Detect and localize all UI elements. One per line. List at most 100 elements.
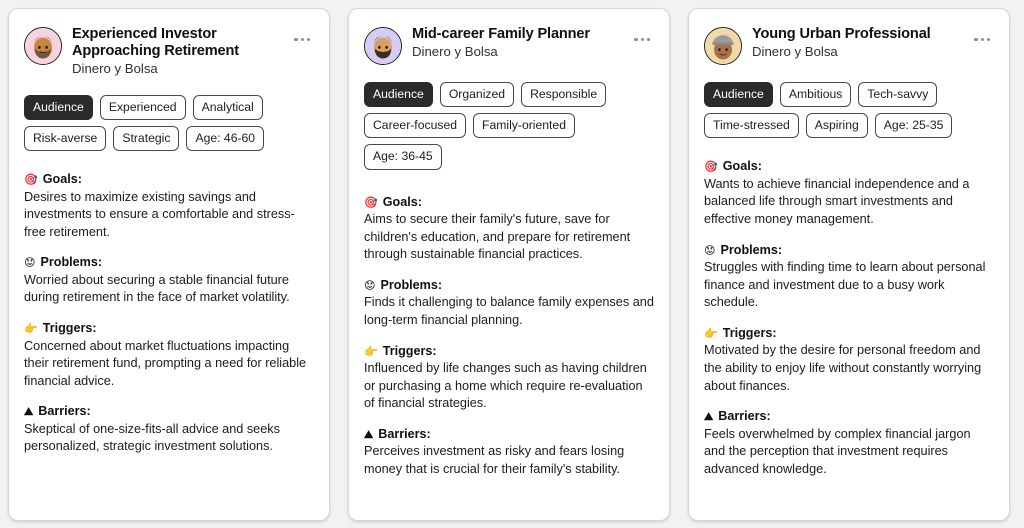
section-body: Motivated by the desire for personal fre…: [704, 343, 982, 393]
section-heading-row: 👉 Triggers:: [24, 320, 314, 336]
tag-ambitious[interactable]: Ambitious: [779, 82, 852, 108]
tag-responsible[interactable]: Responsible: [521, 82, 607, 108]
persona-card[interactable]: Young Urban Professional Dinero y Bolsa Au…: [688, 8, 1010, 521]
persona-card[interactable]: Experienced Investor Approaching Retirem…: [8, 8, 330, 521]
tag-list: Audience Organized Responsible Career-focus…: [364, 82, 654, 170]
target-icon: 🎯: [364, 195, 378, 209]
section-body: Skeptical of one-size-fits-all advice an…: [24, 421, 280, 454]
section-heading-row: 😟 Problems:: [704, 242, 994, 258]
section-heading-row: ⛰ Barriers:: [364, 426, 654, 442]
section-body: Struggles with finding time to learn abo…: [704, 260, 986, 310]
tag-risk-averse[interactable]: Risk-averse: [24, 125, 107, 152]
section-heading: Problems:: [720, 242, 783, 257]
more-options-icon[interactable]: [291, 35, 313, 44]
section-triggers: 👉 Triggers: Motivated by the desire for pe…: [704, 325, 994, 395]
tag-strategic[interactable]: Strategic: [113, 125, 180, 152]
section-body: Wants to achieve financial independence …: [704, 176, 970, 227]
section-heading-row: ⛰ Barriers:: [704, 408, 994, 424]
section-triggers: 👉 Triggers: Influenced by life changes suc…: [364, 343, 654, 413]
section-body: Aims to secure their family's future, sa…: [364, 211, 631, 262]
worried-face-icon: 😟: [364, 278, 376, 292]
section-goals: 🎯 Goals: Desires to maximize existing savi…: [24, 171, 314, 241]
persona-sections: 🎯 Goals: Wants to achieve financial indepe…: [704, 158, 994, 478]
avatar: [24, 27, 62, 65]
tag-audience[interactable]: Audience: [364, 82, 433, 108]
tag-audience[interactable]: Audience: [24, 94, 93, 120]
persona-sections: 🎯 Goals: Desires to maximize existing savi…: [24, 171, 314, 456]
more-options-icon[interactable]: [971, 35, 993, 44]
pointing-finger-icon: 👉: [24, 322, 38, 336]
section-body: Influenced by life changes such as havin…: [364, 360, 647, 411]
mountain-icon: ⛰: [24, 405, 34, 419]
section-heading-row: 👉 Triggers:: [704, 325, 994, 341]
pointing-finger-icon: 👉: [364, 344, 378, 358]
avatar: [704, 27, 742, 65]
persona-sections: 🎯 Goals: Aims to secure their family's fut…: [364, 194, 654, 479]
target-icon: 🎯: [24, 173, 38, 187]
section-heading: Triggers:: [722, 326, 777, 341]
section-heading-row: 😟 Problems:: [364, 277, 654, 293]
section-heading-row: ⛰ Barriers:: [24, 403, 314, 419]
persona-card[interactable]: Mid-career Family Planner Dinero y Bolsa A…: [348, 8, 670, 521]
persona-subtitle: Dinero y Bolsa: [72, 60, 158, 76]
target-icon: 🎯: [704, 160, 718, 174]
section-heading-row: 👉 Triggers:: [364, 343, 654, 359]
section-heading: Goals:: [382, 194, 422, 209]
avatar-young-professional-graphic: [705, 28, 741, 64]
card-header: Young Urban Professional Dinero y Bolsa: [704, 25, 994, 65]
section-problems: 😟 Problems: Worried about securing a stabl…: [24, 254, 314, 307]
avatar-family-planner-graphic: [365, 28, 401, 64]
section-heading-row: 🎯 Goals:: [364, 194, 654, 210]
avatar: [364, 27, 402, 65]
section-problems: 😟 Problems: Struggles with finding time to…: [704, 242, 994, 312]
avatar-experienced-investor-graphic: [25, 28, 61, 64]
persona-title: Mid-career Family Planner: [412, 26, 590, 42]
title-block: Mid-career Family Planner Dinero y Bolsa: [412, 25, 590, 61]
section-heading: Triggers:: [382, 343, 437, 358]
section-heading: Problems:: [380, 277, 443, 292]
tag-aspiring[interactable]: Aspiring: [805, 113, 868, 139]
section-body: Worried about securing a stable financia…: [24, 272, 290, 305]
tag-age-25-35[interactable]: Age: 25-35: [874, 113, 953, 139]
tag-experienced[interactable]: Experienced: [99, 94, 186, 120]
more-options-icon[interactable]: [631, 35, 653, 44]
section-problems: 😟 Problems: Finds it challenging to balanc…: [364, 277, 654, 330]
worried-face-icon: 😟: [704, 243, 716, 257]
tag-age-36-45[interactable]: Age: 36-45: [364, 144, 442, 170]
tag-list: Audience Experienced Analytical Risk-averse…: [24, 94, 314, 152]
section-triggers: 👉 Triggers: Concerned about market fluctua…: [24, 320, 314, 390]
tag-time-stressed[interactable]: Time-stressed: [704, 113, 799, 139]
section-heading: Problems:: [40, 255, 103, 270]
worried-face-icon: 😟: [24, 256, 36, 270]
card-header: Mid-career Family Planner Dinero y Bolsa: [364, 25, 654, 65]
tag-analytical[interactable]: Analytical: [192, 94, 263, 120]
section-heading: Goals:: [722, 159, 762, 174]
section-heading: Goals:: [42, 172, 82, 187]
card-header: Experienced Investor Approaching Retirem…: [24, 25, 314, 78]
persona-subtitle: Dinero y Bolsa: [412, 43, 498, 59]
section-heading-row: 🎯 Goals:: [704, 158, 994, 174]
tag-family-oriented[interactable]: Family-oriented: [473, 113, 575, 139]
tag-audience[interactable]: Audience: [704, 82, 773, 108]
tag-career-focused[interactable]: Career-focused: [364, 113, 466, 139]
section-body: Perceives investment as risky and fears …: [364, 444, 625, 476]
tag-list: Audience Ambitious Tech-savvy Time-stressed…: [704, 82, 994, 139]
section-goals: 🎯 Goals: Wants to achieve financial indepe…: [704, 158, 994, 228]
tag-organized[interactable]: Organized: [439, 82, 515, 108]
section-heading: Barriers:: [38, 404, 91, 419]
mountain-icon: ⛰: [364, 427, 374, 441]
section-heading: Barriers:: [718, 409, 771, 424]
tag-age-46-60[interactable]: Age: 46-60: [186, 125, 265, 152]
tag-tech-savvy[interactable]: Tech-savvy: [858, 82, 938, 108]
section-body: Concerned about market fluctuations impa…: [24, 338, 307, 388]
section-body: Feels overwhelmed by complex financial j…: [704, 426, 971, 477]
section-body: Desires to maximize existing savings and…: [24, 189, 295, 239]
section-barriers: ⛰ Barriers: Perceives investment as risky …: [364, 426, 654, 479]
persona-title: Young Urban Professional: [752, 26, 931, 42]
section-heading: Barriers:: [378, 426, 431, 441]
section-heading-row: 😟 Problems:: [24, 254, 314, 270]
mountain-icon: ⛰: [704, 410, 714, 424]
persona-card-board: Experienced Investor Approaching Retirem…: [0, 0, 1024, 528]
title-block: Experienced Investor Approaching Retirem…: [72, 25, 288, 78]
pointing-finger-icon: 👉: [704, 327, 718, 341]
